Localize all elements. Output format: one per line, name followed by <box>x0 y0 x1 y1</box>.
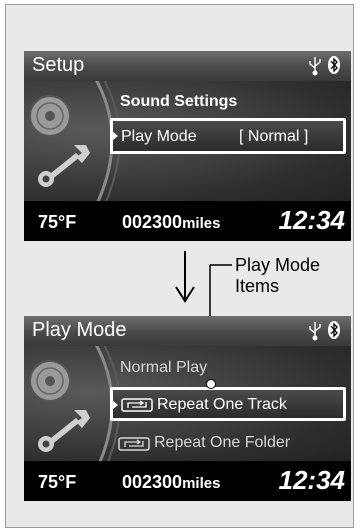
status-icons <box>309 321 340 341</box>
screen-title: Play Mode <box>32 319 127 341</box>
menu-panel: Sound Settings Play Mode [ Normal ] <box>24 81 351 201</box>
status-footer: 75°F 002300miles 12:34 <box>24 201 351 241</box>
temperature: 75°F <box>38 212 77 232</box>
clock: 12:34 <box>278 205 346 235</box>
down-arrow-icon <box>175 251 195 303</box>
usb-icon <box>309 57 321 76</box>
menu-item-repeat-one-track[interactable]: Repeat One Track <box>110 387 346 421</box>
play-mode-label: Play Mode <box>121 128 197 145</box>
repeat-track-icon <box>121 398 153 412</box>
menu-item-repeat-one-folder[interactable]: Repeat One Folder <box>154 434 290 452</box>
bluetooth-icon <box>328 321 340 339</box>
play-mode-screen: Play Mode Normal Play Repeat One Track R… <box>24 316 351 501</box>
odometer-unit: miles <box>182 215 221 232</box>
setup-screen: Setup Sound Settings Play Mode [Normal … <box>24 51 351 241</box>
selection-cursor <box>112 400 118 410</box>
menu-panel: Normal Play Repeat One Track Repeat One … <box>24 346 351 466</box>
status-icons <box>309 56 340 76</box>
temperature: 75°F <box>38 472 77 492</box>
bluetooth-icon <box>328 56 340 74</box>
odometer-unit: miles <box>182 475 221 492</box>
repeat-folder-icon <box>118 437 150 451</box>
callout-dot <box>206 379 216 389</box>
title-bar: Play Mode <box>24 316 351 346</box>
odometer-value: 002300 <box>122 472 183 492</box>
usb-icon <box>309 322 321 341</box>
callout-label: Play Mode Items <box>235 255 355 297</box>
play-mode-value: [ Normal ] <box>239 128 309 145</box>
callout-line2: Items <box>235 276 280 296</box>
selection-cursor <box>112 131 118 141</box>
menu-heading: Sound Settings <box>120 93 238 110</box>
status-footer: 75°F 002300miles 12:34 <box>24 461 351 501</box>
menu-item-normal-play[interactable]: Normal Play <box>120 359 207 377</box>
wrench-icon <box>38 145 90 187</box>
odometer: 002300miles <box>122 212 220 233</box>
title-bar: Setup <box>24 51 351 81</box>
cd-icon <box>29 360 71 402</box>
menu-item-label: Repeat One Track <box>157 396 287 413</box>
cd-icon <box>29 95 71 137</box>
manual-figure-frame: Setup Sound Settings Play Mode [Normal … <box>5 4 354 528</box>
clock: 12:34 <box>278 465 346 495</box>
wrench-icon <box>38 410 90 452</box>
screen-title: Setup <box>32 54 85 76</box>
odometer: 002300miles <box>122 472 220 493</box>
callout-line1: Play Mode <box>235 255 321 275</box>
play-mode-row[interactable]: Play Mode [ Normal ] <box>110 118 346 154</box>
odometer-value: 002300 <box>122 212 183 232</box>
